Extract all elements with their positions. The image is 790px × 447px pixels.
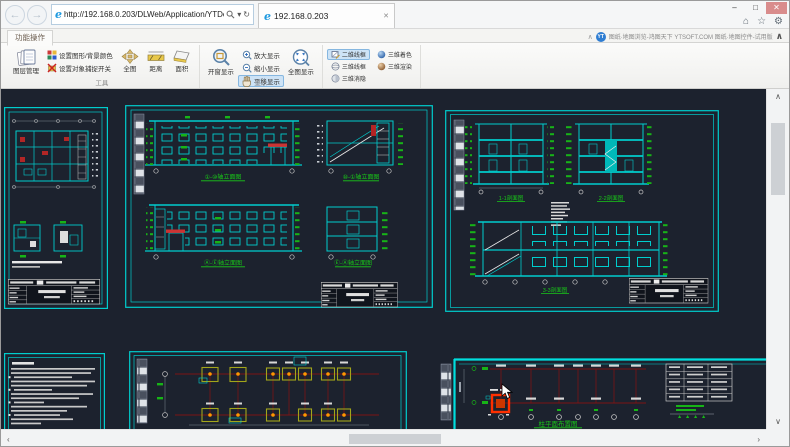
measure-area-button[interactable]: 面积: [169, 46, 195, 73]
zoom-all-icon: [291, 48, 311, 68]
ribbon-body: 图层管理 设置图形/背景颜色: [1, 42, 789, 88]
svg-text:Ⓐ-Ⓔ轴立面图: Ⓐ-Ⓔ轴立面图: [204, 259, 242, 267]
tab-close-icon[interactable]: ✕: [383, 12, 389, 20]
svg-text:⑩-①轴立面图: ⑩-①轴立面图: [343, 173, 380, 181]
back-button[interactable]: ←: [5, 5, 25, 25]
ruler-icon: [147, 48, 165, 65]
scroll-right-icon[interactable]: ›: [757, 435, 760, 444]
close-button[interactable]: ✕: [766, 2, 787, 14]
snap-off-icon: [47, 63, 57, 73]
browser-tab[interactable]: e 192.168.0.203 ✕: [258, 3, 395, 28]
area-polygon-icon: [173, 48, 191, 65]
ribbon-tab-function[interactable]: 功能操作: [7, 30, 53, 46]
svg-text:①-⑩轴立面图: ①-⑩轴立面图: [205, 173, 242, 181]
zoom-window-icon: [211, 48, 231, 68]
scroll-up-icon[interactable]: ∧: [767, 92, 789, 101]
svg-text:柱平面布置图: 柱平面布置图: [539, 419, 578, 428]
wireframe-3d-icon: [331, 62, 340, 71]
style-3d-render-button[interactable]: 三维渲染: [373, 61, 416, 72]
measure-distance-button[interactable]: 距离: [143, 46, 169, 73]
url-text[interactable]: http://192.168.0.203/DLWeb/Application/Y…: [64, 10, 224, 19]
zoom-extents-button[interactable]: 全图显示: [284, 46, 318, 76]
hidden-line-icon: [331, 74, 340, 83]
search-icon[interactable]: [226, 10, 235, 19]
vertical-scroll-thumb[interactable]: [771, 123, 785, 195]
sheet-sections: 1-1剖面图 2-2剖面图: [445, 110, 719, 312]
favorites-icon[interactable]: ☆: [757, 15, 766, 28]
palette-icon: [47, 50, 57, 60]
scrollbar-corner: [766, 429, 789, 447]
minimize-button[interactable]: –: [724, 2, 745, 14]
style-2d-wireframe-button[interactable]: 二维线框: [327, 49, 370, 60]
window-controls: – □ ✕: [724, 2, 787, 14]
product-badge-icon: YT: [596, 32, 606, 42]
scroll-down-icon[interactable]: ∨: [767, 417, 789, 426]
maximize-button[interactable]: □: [745, 2, 766, 14]
notification-bar: ∧ YT 图纸·地图浏览-鸿图天下 YTSOFT.COM 图纸·地图控件-试用版…: [588, 31, 783, 42]
sheet-column-plan: 柱平面布置图: [438, 356, 768, 429]
shaded-sphere-icon: [377, 50, 386, 59]
collapse-chevron-icon[interactable]: ∧: [588, 33, 593, 41]
set-background-color-button[interactable]: 设置图形/背景颜色: [43, 49, 117, 61]
style-3d-wireframe-button[interactable]: 三维线框: [327, 61, 370, 72]
sheet-elevations: ①-⑩轴立面图 ⑩-①轴立面图: [125, 105, 433, 308]
home-icon[interactable]: ⌂: [743, 15, 749, 28]
cad-viewport[interactable]: ①-⑩轴立面图 ⑩-①轴立面图: [1, 89, 789, 447]
refresh-icon[interactable]: ↻: [243, 10, 250, 20]
rendered-sphere-icon: [377, 62, 386, 71]
sheet-foundation-plan: [129, 351, 407, 429]
tab-favicon: e: [264, 11, 271, 22]
sheet-notes: [4, 353, 105, 429]
tab-title: 192.168.0.203: [274, 11, 328, 21]
svg-text:1-1剖面图: 1-1剖面图: [499, 194, 524, 202]
address-dropdown-icon[interactable]: ▾: [237, 10, 241, 20]
browser-command-icons: ⌂ ☆ ⚙: [743, 15, 783, 28]
object-snap-toggle-button[interactable]: 设置对象捕捉开关: [43, 62, 117, 74]
four-arrows-icon: [121, 48, 139, 65]
browser-chrome: ← → e http://192.168.0.203/DLWeb/Applica…: [1, 1, 789, 29]
forward-button[interactable]: →: [27, 5, 47, 25]
ribbon-toolbar: 功能操作 ∧ YT 图纸·地图浏览-鸿图天下 YTSOFT.COM 图纸·地图控…: [1, 29, 789, 89]
style-3d-hidden-button[interactable]: 三维消隐: [327, 73, 370, 84]
ribbon-group-display: 开窗显示 放大显示: [200, 45, 323, 88]
address-bar[interactable]: e http://192.168.0.203/DLWeb/Application…: [51, 4, 254, 25]
browser-window: ← → e http://192.168.0.203/DLWeb/Applica…: [0, 0, 790, 447]
layer-manager-button[interactable]: 图层管理: [9, 46, 43, 75]
svg-text:2-2剖面图: 2-2剖面图: [599, 194, 624, 202]
window-zoom-button[interactable]: 开窗显示: [204, 46, 238, 76]
tools-ministack: 设置图形/背景颜色 设置对象捕捉开关: [43, 46, 117, 74]
ie-logo-icon: e: [55, 9, 62, 20]
sheet-plan-left: [4, 107, 108, 309]
mouse-cursor: [501, 383, 513, 400]
full-extent-button[interactable]: 全图: [117, 46, 143, 73]
wireframe-2d-icon: [331, 50, 340, 59]
notification-text: 图纸·地图浏览-鸿图天下 YTSOFT.COM 图纸·地图控件-试用版: [609, 32, 773, 41]
svg-text:Ⓔ-Ⓐ轴立面图: Ⓔ-Ⓐ轴立面图: [334, 259, 372, 267]
ribbon-group-tools: 图层管理 设置图形/背景颜色: [5, 45, 200, 88]
tools-gear-icon[interactable]: ⚙: [774, 15, 783, 28]
group-label-display: 显示: [200, 77, 322, 87]
zoom-out-button[interactable]: 缩小显示: [238, 62, 284, 74]
scroll-left-icon[interactable]: ‹: [7, 435, 10, 444]
zoom-in-icon: [242, 50, 252, 60]
expand-chevron-icon[interactable]: ∧: [776, 31, 783, 42]
layers-icon: [16, 48, 36, 67]
zoom-in-button[interactable]: 放大显示: [238, 49, 284, 61]
style-3d-shaded-button[interactable]: 三维着色: [373, 49, 416, 60]
zoom-out-icon: [242, 63, 252, 73]
web-page: 功能操作 ∧ YT 图纸·地图浏览-鸿图天下 YTSOFT.COM 图纸·地图控…: [1, 29, 789, 447]
horizontal-scrollbar[interactable]: ‹ ›: [1, 429, 766, 447]
vertical-scrollbar[interactable]: ∧ ∨: [766, 89, 789, 429]
horizontal-scroll-thumb[interactable]: [349, 434, 441, 444]
ribbon-group-visual-styles: 二维线框 三维线框: [323, 45, 421, 88]
group-label-tools: 工具: [5, 77, 199, 87]
svg-text:3-3剖面图: 3-3剖面图: [543, 286, 568, 294]
